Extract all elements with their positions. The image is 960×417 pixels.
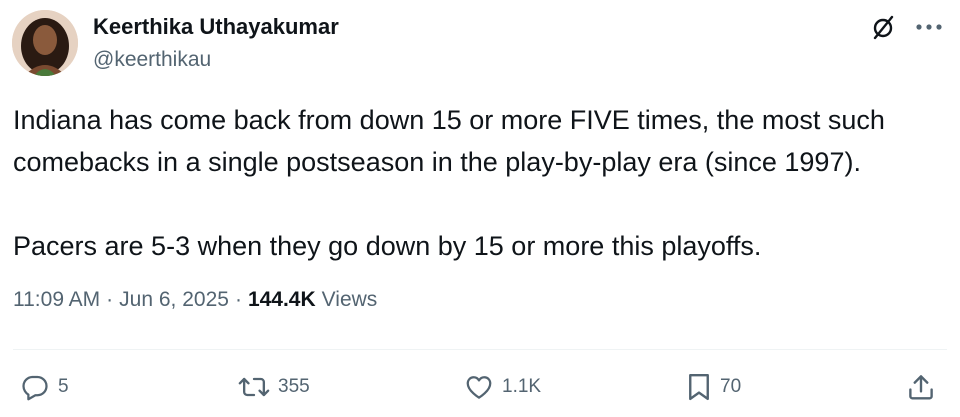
avatar[interactable] — [12, 10, 78, 76]
bookmark-button[interactable]: 70 — [686, 370, 741, 404]
repost-count: 355 — [278, 376, 310, 397]
bookmark-icon — [689, 373, 709, 401]
tweet-card: Keerthika Uthayakumar @keerthikau Indian… — [0, 0, 960, 417]
tweet-meta: 11:09 AM · Jun 6, 2025 · 144.4K Views — [13, 288, 377, 312]
tweet-text-line: Indiana has come back from down 15 or mo… — [13, 105, 885, 135]
reply-button[interactable]: 5 — [20, 370, 69, 404]
meta-separator: · — [234, 288, 242, 311]
tweet-text-line: comebacks in a single postseason in the … — [13, 147, 861, 177]
avatar-image — [12, 10, 78, 76]
bookmark-count: 70 — [720, 376, 742, 397]
repost-button[interactable]: 355 — [238, 370, 310, 404]
like-button[interactable]: 1.1K — [464, 370, 541, 404]
repost-icon — [238, 377, 270, 397]
more-icon[interactable] — [912, 12, 946, 42]
share-button[interactable] — [906, 370, 936, 404]
grok-icon[interactable] — [868, 12, 898, 42]
divider — [13, 349, 947, 350]
reply-icon — [22, 375, 48, 401]
tweet-text-line: Pacers are 5-3 when they go down by 15 o… — [13, 231, 762, 261]
like-count: 1.1K — [502, 376, 542, 397]
author-handle[interactable]: @keerthikau — [93, 48, 211, 72]
tweet-text: Indiana has come back from down 15 or mo… — [13, 99, 948, 267]
views-count[interactable]: 144.4K — [248, 288, 316, 312]
tweet-date[interactable]: Jun 6, 2025 — [119, 288, 229, 312]
author-name[interactable]: Keerthika Uthayakumar — [93, 14, 339, 40]
views-label: Views — [321, 288, 378, 311]
share-icon — [909, 375, 933, 400]
meta-separator: · — [106, 288, 114, 311]
reply-count: 5 — [58, 376, 69, 397]
tweet-time[interactable]: 11:09 AM — [13, 288, 100, 312]
heart-icon — [466, 376, 492, 399]
